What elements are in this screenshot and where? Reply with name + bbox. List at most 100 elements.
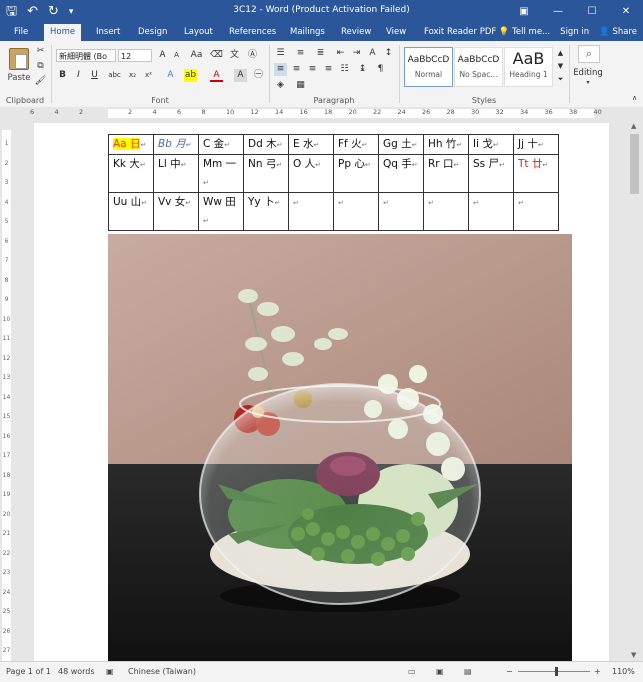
distributed-icon[interactable]: ☷ — [338, 63, 351, 76]
table-cell[interactable]: Jj 十↵ — [513, 134, 559, 155]
table-cell[interactable]: Ww 田↵ — [198, 192, 244, 231]
zoom-slider[interactable] — [518, 671, 590, 672]
tell-me-box[interactable]: 💡 Tell me... — [499, 24, 550, 41]
paste-button[interactable]: Paste — [4, 45, 34, 91]
table-cell[interactable]: Uu 山↵ — [108, 192, 154, 231]
text-effects-icon[interactable]: A — [164, 69, 177, 82]
scroll-up-icon[interactable]: ▲ — [631, 122, 636, 130]
table-cell[interactable]: Ii 戈↵ — [468, 134, 514, 155]
shrink-font-icon[interactable]: A — [170, 49, 183, 62]
table-cell[interactable]: O 人↵ — [288, 154, 334, 193]
style-normal[interactable]: AaBbCcD Normal — [404, 47, 453, 87]
table-cell[interactable]: ↵ — [513, 192, 559, 231]
editing-group[interactable]: ⌕ Editing ▾ — [570, 41, 610, 107]
font-color-icon[interactable]: A — [210, 69, 223, 82]
table-cell[interactable]: Kk 大↵ — [108, 154, 154, 193]
character-shading-icon[interactable]: A — [234, 69, 247, 82]
bold-icon[interactable]: B — [56, 69, 69, 82]
styles-more-icon[interactable]: ⏷ — [554, 73, 567, 86]
tab-design[interactable]: Design — [132, 24, 173, 41]
clear-formatting-icon[interactable]: ⌫ — [210, 49, 223, 62]
horizontal-ruler[interactable]: 6 4 2 2 4 6 8 10 12 14 16 18 20 22 24 26 28 30 32 34 36 38 40 — [0, 107, 643, 120]
table-cell[interactable]: ↵ — [468, 192, 514, 231]
word-count[interactable]: 48 words — [58, 667, 95, 676]
chinese-layout-icon[interactable]: A — [366, 47, 379, 60]
table-cell[interactable]: E 水↵ — [288, 134, 334, 155]
read-mode-icon[interactable]: ▭ — [408, 667, 416, 676]
table-cell[interactable]: Qq 手↵ — [378, 154, 424, 193]
web-layout-icon[interactable]: ▤ — [464, 667, 472, 676]
table-cell[interactable]: Yy 卜↵ — [243, 192, 289, 231]
format-painter-icon[interactable]: 🖌 — [34, 75, 47, 88]
strikethrough-icon[interactable]: abc — [108, 69, 121, 82]
highlight-icon[interactable]: ab — [184, 69, 197, 82]
close-button[interactable]: ✕ — [609, 0, 643, 24]
maximize-button[interactable]: ☐ — [575, 0, 609, 24]
zoom-out-icon[interactable]: − — [506, 667, 513, 676]
styles-scroll-up-icon[interactable]: ▲ — [554, 47, 567, 60]
table-cell[interactable]: C 金↵ — [198, 134, 244, 155]
table-cell[interactable]: Ff 火↵ — [333, 134, 379, 155]
increase-indent-icon[interactable]: ⇥ — [350, 47, 363, 60]
cut-icon[interactable]: ✂ — [34, 45, 47, 58]
tab-insert[interactable]: Insert — [90, 24, 126, 41]
table-cell[interactable]: Nn 弓↵ — [243, 154, 289, 193]
table-cell[interactable]: Gg 土↵ — [378, 134, 424, 155]
print-layout-icon[interactable]: ▣ — [436, 667, 444, 676]
table-cell[interactable]: Tt 廿↵ — [513, 154, 559, 193]
table-cell[interactable]: Ll 中↵ — [153, 154, 199, 193]
show-formatting-icon[interactable]: ¶ — [374, 63, 387, 76]
phonetic-guide-icon[interactable]: 文 — [228, 49, 241, 62]
share-button[interactable]: 👤 Share — [599, 24, 637, 41]
grow-font-icon[interactable]: A — [156, 49, 169, 62]
styles-scroll-down-icon[interactable]: ▼ — [554, 60, 567, 73]
tab-home[interactable]: Home — [44, 24, 82, 41]
tab-view[interactable]: View — [380, 24, 412, 41]
multilevel-list-icon[interactable]: ≣ — [314, 47, 327, 60]
tab-file[interactable]: File — [8, 24, 34, 41]
subscript-icon[interactable]: x₂ — [126, 69, 139, 82]
line-spacing-icon[interactable]: ↨ — [356, 63, 369, 76]
scroll-down-icon[interactable]: ▼ — [631, 651, 636, 659]
tab-mailings[interactable]: Mailings — [284, 24, 331, 41]
table-cell[interactable]: Mm 一↵ — [198, 154, 244, 193]
sign-in-link[interactable]: Sign in — [560, 24, 589, 41]
table-cell[interactable]: ↵ — [288, 192, 334, 231]
align-left-icon[interactable]: ≡ — [274, 63, 287, 76]
style-heading-1[interactable]: AaB Heading 1 — [504, 47, 553, 87]
cangjie-table[interactable]: Aa 日↵ Bb 月↵ C 金↵ Dd 木↵ E 水↵ Ff 火↵ Gg 土↵ … — [108, 134, 559, 231]
proofing-icon[interactable]: ▣ — [106, 667, 114, 676]
numbering-icon[interactable]: ≡ — [294, 47, 307, 60]
bullets-icon[interactable]: ☰ — [274, 47, 287, 60]
decrease-indent-icon[interactable]: ⇤ — [334, 47, 347, 60]
minimize-button[interactable]: — — [541, 0, 575, 24]
superscript-icon[interactable]: x² — [142, 69, 155, 82]
vertical-scrollbar[interactable]: ▲ ▼ — [627, 120, 643, 661]
scroll-thumb[interactable] — [630, 134, 639, 194]
copy-icon[interactable]: ⧉ — [34, 60, 47, 73]
font-size-combo[interactable]: 12 — [118, 49, 152, 62]
sort-icon[interactable]: ↕ — [382, 47, 395, 60]
tab-layout[interactable]: Layout — [178, 24, 219, 41]
tab-review[interactable]: Review — [335, 24, 377, 41]
table-cell[interactable]: ↵ — [333, 192, 379, 231]
center-icon[interactable]: ≡ — [290, 63, 303, 76]
table-cell[interactable]: Bb 月↵ — [153, 134, 199, 155]
font-name-combo[interactable]: 新細明體 (Bo — [56, 49, 116, 62]
align-right-icon[interactable]: ≡ — [306, 63, 319, 76]
underline-icon[interactable]: U — [88, 69, 101, 82]
page-count[interactable]: Page 1 of 1 — [6, 667, 51, 676]
table-cell[interactable]: Rr 口↵ — [423, 154, 469, 193]
vertical-ruler[interactable]: 1 2 3 4 5 6 7 8 9 10 11 12 13 14 15 16 17 18 19 20 21 22 23 24 2… — [0, 120, 13, 661]
justify-icon[interactable]: ≡ — [322, 63, 335, 76]
table-cell[interactable]: Dd 木↵ — [243, 134, 289, 155]
italic-icon[interactable]: I — [72, 69, 85, 82]
character-border-icon[interactable]: ㊀ — [252, 69, 265, 82]
collapse-ribbon-icon[interactable]: ∧ — [628, 92, 641, 105]
zoom-in-icon[interactable]: + — [594, 667, 601, 676]
table-cell[interactable]: ↵ — [378, 192, 424, 231]
change-case-icon[interactable]: Aa — [190, 49, 203, 62]
enclose-characters-icon[interactable]: Ⓐ — [246, 49, 259, 62]
ribbon-display-options-icon[interactable]: ▣ — [507, 0, 541, 24]
table-cell[interactable]: Ss 尸↵ — [468, 154, 514, 193]
